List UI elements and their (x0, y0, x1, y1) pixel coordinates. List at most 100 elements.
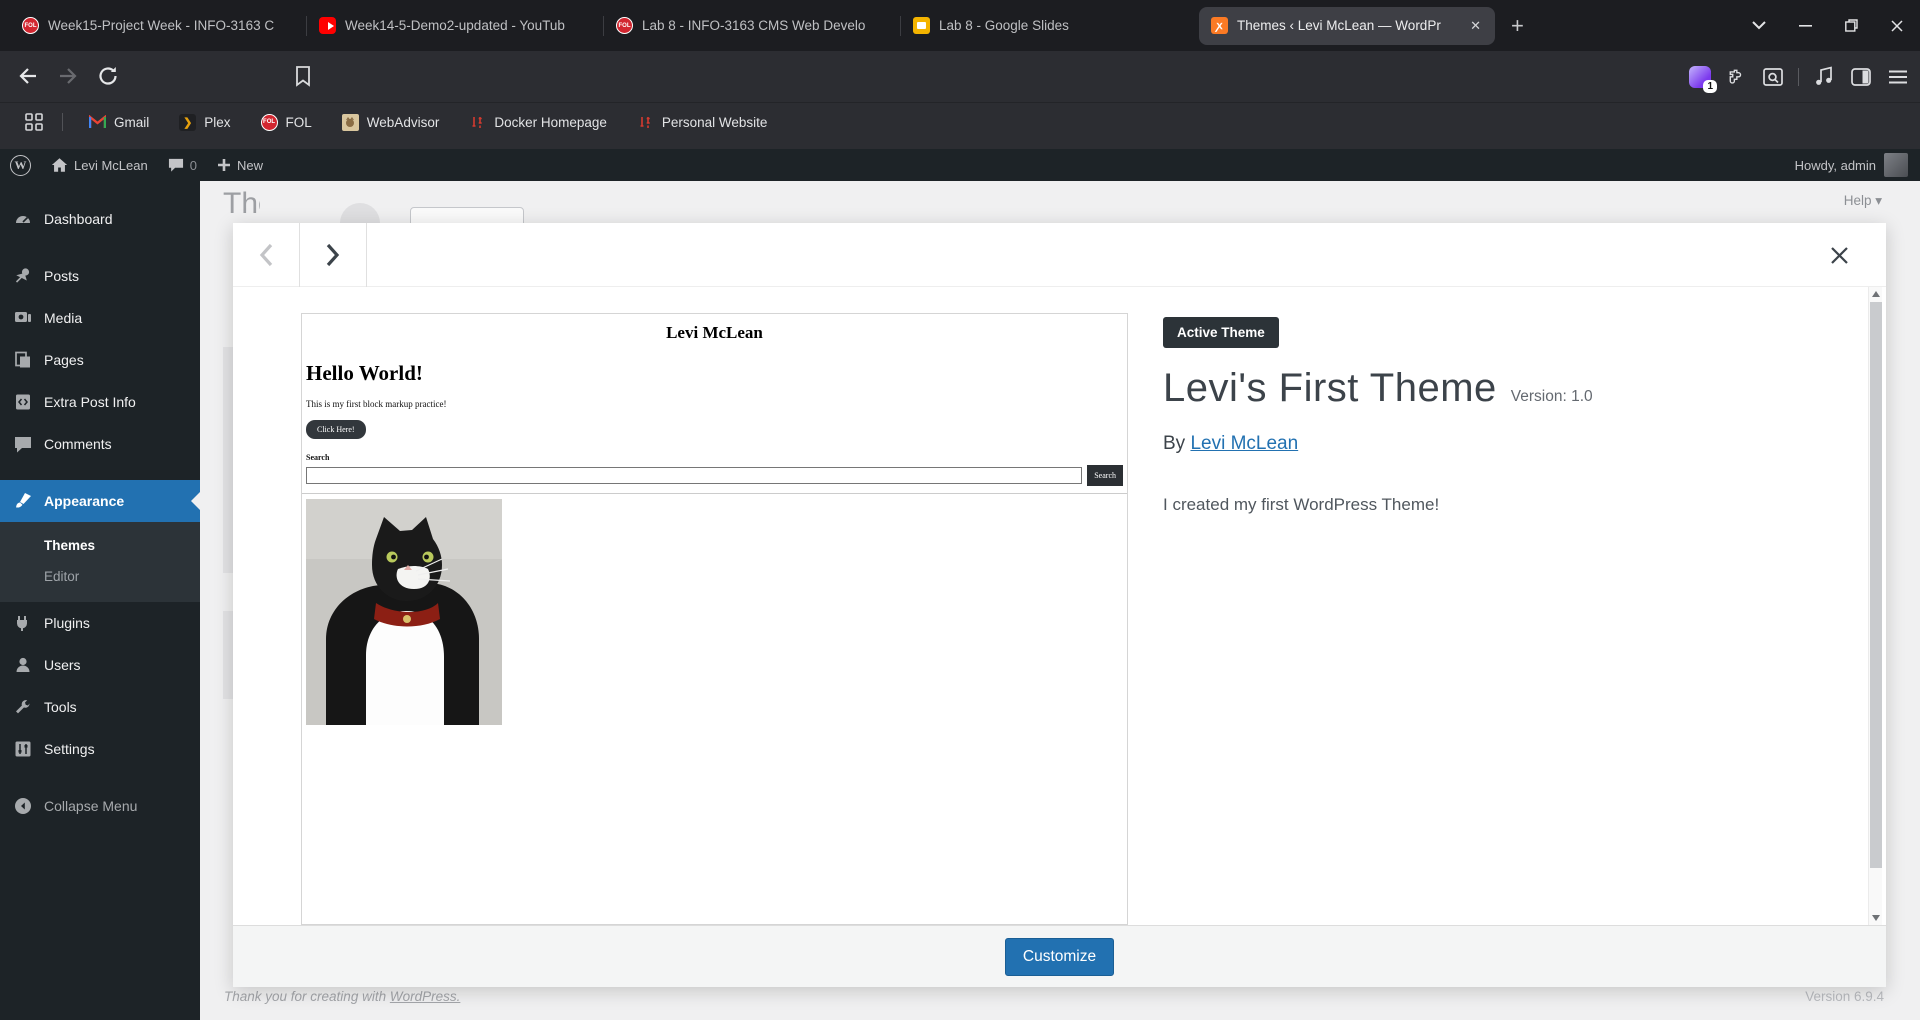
back-button[interactable] (16, 64, 40, 88)
bookmark-fol[interactable]: FOL FOL (253, 114, 320, 131)
bookmark-webadvisor[interactable]: WebAdvisor (334, 114, 448, 131)
bookmarks-bar: Gmail ❯ Plex FOL FOL WebAdvisor Docker H… (0, 102, 1920, 149)
bookmark-personal-website[interactable]: Personal Website (629, 114, 776, 131)
youtube-icon (319, 17, 336, 34)
sidebar-item-plugins[interactable]: Plugins (0, 602, 200, 644)
tab-strip: FOL Week15-Project Week - INFO-3163 C We… (0, 0, 1920, 51)
extensions-puzzle-icon[interactable] (1724, 65, 1748, 89)
modal-scrollbar[interactable] (1868, 287, 1882, 925)
wallet-search-icon[interactable] (1761, 65, 1785, 89)
close-window-button[interactable] (1874, 0, 1920, 51)
sidebar-item-settings[interactable]: Settings (0, 728, 200, 770)
sidebar-item-dashboard[interactable]: Dashboard (0, 198, 200, 240)
site-name-menu[interactable]: Levi McLean (41, 149, 158, 181)
sidebar-item-collapse-menu[interactable]: Collapse Menu (0, 785, 200, 827)
sidebar-item-media[interactable]: Media (0, 297, 200, 339)
collapse-arrow-icon (13, 796, 33, 816)
plus-icon (217, 158, 231, 172)
reload-button[interactable] (96, 64, 120, 88)
tab-wordpress-themes-active[interactable]: ꭗ Themes ‹ Levi McLean — WordPr ✕ (1199, 7, 1495, 45)
bookmark-plex[interactable]: ❯ Plex (171, 114, 238, 131)
theme-author-link[interactable]: Levi McLean (1190, 433, 1298, 454)
bookmark-gmail[interactable]: Gmail (81, 114, 157, 131)
scrollbar-thumb[interactable] (1870, 302, 1882, 868)
sidebar-item-comments[interactable]: Comments (0, 423, 200, 465)
bookmark-label: Gmail (114, 115, 149, 130)
wrench-icon (13, 697, 33, 717)
bookmark-label: Personal Website (662, 115, 768, 130)
new-label: New (237, 158, 263, 173)
tab-close-icon[interactable]: ✕ (1468, 18, 1483, 34)
fol-icon: FOL (261, 114, 278, 131)
wordpress-footer-link[interactable]: WordPress. (390, 989, 461, 1004)
gmail-icon (89, 114, 106, 131)
bookmark-label: Docker Homepage (494, 115, 607, 130)
wp-admin-bar: W Levi McLean 0 New Howdy, admin (0, 149, 1920, 181)
fol-icon: FOL (616, 17, 633, 34)
forward-button[interactable] (56, 64, 80, 88)
sidebar-item-users[interactable]: Users (0, 644, 200, 686)
new-content-menu[interactable]: New (207, 149, 273, 181)
sidebar-item-posts[interactable]: Posts (0, 255, 200, 297)
close-overlay-button[interactable] (1812, 223, 1866, 287)
bookmark-docker-homepage[interactable]: Docker Homepage (461, 114, 615, 131)
scroll-up-arrow[interactable] (1869, 287, 1883, 301)
site-name-label: Levi McLean (74, 158, 148, 173)
window-controls (1736, 0, 1920, 51)
tab-google-slides[interactable]: Lab 8 - Google Slides (901, 6, 1197, 46)
bookmark-label: WebAdvisor (367, 115, 440, 130)
sidebar-apps-icon[interactable]: 1 (1689, 66, 1711, 88)
maximize-button[interactable] (1828, 0, 1874, 51)
preview-search-label: Search (306, 453, 1123, 462)
previous-theme-button[interactable] (233, 223, 300, 287)
avatar (1884, 153, 1908, 177)
next-theme-button[interactable] (300, 223, 367, 287)
tab-week15-project[interactable]: FOL Week15-Project Week - INFO-3163 C (10, 6, 306, 46)
footer-version: Version 6.9.4 (1805, 989, 1884, 1004)
google-slides-icon (913, 17, 930, 34)
minimize-button[interactable] (1782, 0, 1828, 51)
theme-screenshot-column: Levi McLean Hello World! This is my firs… (233, 287, 1128, 925)
tab-title: Lab 8 - INFO-3163 CMS Web Develo (642, 18, 888, 33)
submenu-item-themes[interactable]: Themes (44, 530, 200, 561)
apps-grid-icon[interactable] (24, 112, 44, 132)
theme-overlay-modal: Levi McLean Hello World! This is my firs… (233, 223, 1886, 987)
theme-overlay-header (233, 223, 1886, 287)
preview-search-input (306, 467, 1082, 484)
my-account-menu[interactable]: Howdy, admin (1789, 149, 1914, 181)
submenu-item-editor[interactable]: Editor (44, 561, 200, 592)
sidebar-item-extra-post-info[interactable]: Extra Post Info (0, 381, 200, 423)
new-tab-button[interactable]: + (1497, 13, 1538, 39)
media-music-icon[interactable] (1812, 65, 1836, 89)
fol-icon: FOL (22, 17, 39, 34)
theme-author-line: By Levi McLean (1163, 433, 1806, 455)
tab-search-chevron-icon[interactable] (1736, 0, 1782, 51)
sidebar-item-tools[interactable]: Tools (0, 686, 200, 728)
tab-title: Week15-Project Week - INFO-3163 C (48, 18, 294, 33)
wordpress-logo-icon: W (10, 155, 31, 176)
bookmarks-divider (62, 113, 63, 131)
bookmark-page-icon[interactable] (294, 65, 312, 87)
wp-logo-menu[interactable]: W (0, 149, 41, 181)
tab-youtube[interactable]: Week14-5-Demo2-updated - YouTub (307, 6, 603, 46)
user-icon (13, 655, 33, 675)
home-icon (51, 157, 68, 173)
browser-toolbar: i localhost/wordpress/wp-admin/themes.ph… (0, 51, 1920, 102)
bookmark-label: Plex (204, 115, 230, 130)
webadvisor-icon (342, 114, 359, 131)
theme-info-column: Active Theme Levi's First Theme Version:… (1163, 287, 1806, 515)
help-tab[interactable]: Help ▾ (1844, 193, 1882, 209)
sidebar-item-appearance[interactable]: Appearance (0, 480, 200, 522)
xampp-icon: ꭗ (1211, 17, 1228, 34)
menu-hamburger-icon[interactable] (1886, 65, 1910, 89)
preview-search-button: Search (1087, 465, 1123, 486)
scroll-down-arrow[interactable] (1869, 911, 1883, 925)
customize-button[interactable]: Customize (1005, 938, 1114, 976)
tab-lab8-cms[interactable]: FOL Lab 8 - INFO-3163 CMS Web Develo (604, 6, 900, 46)
sidebar-item-pages[interactable]: Pages (0, 339, 200, 381)
plex-icon: ❯ (179, 114, 196, 131)
reading-sidebar-icon[interactable] (1849, 65, 1873, 89)
theme-name: Levi's First Theme (1163, 366, 1497, 411)
theme-description: I created my first WordPress Theme! (1163, 495, 1806, 515)
comments-menu[interactable]: 0 (158, 149, 207, 181)
